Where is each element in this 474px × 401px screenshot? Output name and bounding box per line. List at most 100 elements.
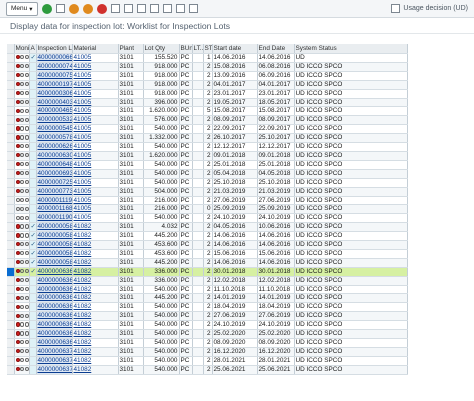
table-row[interactable]: 40000007256410053101540.000PC225.10.2018… [7,178,408,188]
find-next-icon[interactable] [136,4,146,13]
material-link[interactable]: 41005 [72,115,119,126]
material-link[interactable]: 41082 [72,267,119,277]
inspection-lot-link[interactable]: 40000007256 [36,178,73,188]
row-selector[interactable] [7,169,15,179]
material-link[interactable]: 41082 [72,347,119,357]
print-icon[interactable] [110,4,120,13]
col-header-plant[interactable]: Plant [118,44,144,54]
material-link[interactable]: 41005 [72,151,119,161]
inspection-lot-link[interactable]: 40000006263 [36,142,73,152]
material-link[interactable]: 41082 [72,356,119,366]
inspection-lot-link[interactable]: 40000007735 [36,187,73,197]
prev-page-icon[interactable] [162,4,172,13]
row-selector[interactable] [7,204,15,215]
inspection-lot-link[interactable]: 40000011900 [36,213,73,224]
table-row[interactable]: ✓40000000668410053101155.520PC114.06.201… [7,53,408,63]
material-link[interactable]: 41005 [72,169,119,179]
row-selector[interactable] [7,133,15,144]
table-row[interactable]: 40000006369410823101540.000PC208.09.2020… [7,338,408,348]
table-row[interactable]: 40000006263410053101540.000PC212.12.2017… [7,142,408,152]
table-row[interactable]: 40000006366410823101540.000PC227.06.2019… [7,311,408,322]
material-link[interactable]: 41082 [72,293,119,304]
inspection-lot-link[interactable]: 40000001978 [36,80,73,90]
table-row[interactable]: 40000006938410053101540.000PC 205.04.2018… [7,169,408,179]
inspection-lot-link[interactable]: 40000000581 [36,231,73,242]
inspection-lot-link[interactable]: 40000005783 [36,133,73,144]
table-row[interactable]: 40000006370410823101540.000PC216.12.2020… [7,347,408,357]
table-row[interactable]: 40000006363410823101540.000PC211.10.2018… [7,285,408,295]
table-row[interactable]: 40000001978410053101918.000PC204.01.2017… [7,80,408,90]
row-selector[interactable] [7,222,15,233]
material-link[interactable]: 41082 [72,231,119,242]
material-link[interactable]: 41005 [72,106,119,117]
col-header-material[interactable]: Material [72,44,119,54]
row-selector[interactable] [7,89,15,99]
row-selector[interactable] [7,347,15,357]
inspection-lot-link[interactable]: 40000000580 [36,222,73,233]
material-link[interactable]: 41082 [72,365,119,375]
inspection-lot-link[interactable]: 40000005455 [36,124,73,135]
find-icon[interactable] [123,4,133,13]
usage-decision-button[interactable]: Usage decision (UD) [391,4,468,13]
table-row[interactable]: 40000006481410053101540.000PC225.01.2018… [7,160,408,170]
table-row[interactable]: 40000000749410053101918.000PC 215.08.2016… [7,62,408,72]
row-selector[interactable] [7,196,15,206]
table-row[interactable]: 40000003068410053101918.000PC223.01.2017… [7,89,408,99]
table-row[interactable]: 40000006368410823101540.000PC225.02.2020… [7,329,408,339]
table-row[interactable]: ✓40000000582410823101453.600PC214.06.201… [7,240,408,250]
inspection-lot-link[interactable]: 40000006369 [36,338,73,348]
inspection-lot-link[interactable]: 40000006938 [36,169,73,179]
col-header-lt[interactable]: LT.. [192,44,204,54]
table-row[interactable]: 400000057834100531011.332.000PC 226.10.20… [7,133,408,144]
material-link[interactable]: 41082 [72,240,119,250]
material-link[interactable]: 41005 [72,160,119,170]
col-header-start-date[interactable]: Start date [212,44,258,54]
back-icon[interactable] [68,3,79,14]
col-header-lot-qty[interactable]: Lot Qty [143,44,180,54]
row-selector[interactable] [7,329,15,339]
row-selector[interactable] [7,115,15,126]
inspection-lot-link[interactable]: 40000006481 [36,160,73,170]
inspection-lot-link[interactable]: 40000000582 [36,240,73,250]
material-link[interactable]: 41005 [72,133,119,144]
row-selector[interactable] [7,80,15,90]
inspection-lot-link[interactable]: 40000003068 [36,89,73,99]
table-row[interactable]: 40000006365410823101540.000PC218.04.2019… [7,302,408,313]
table-row[interactable]: 40000011195 41005 3101 216.000 PC 2 27.06.2019… [7,196,408,206]
inspection-lot-link[interactable]: 40000000668 [36,53,73,63]
material-link[interactable]: 41082 [72,320,119,331]
table-row[interactable]: ✓40000000584410823101445.200PC214.06.201… [7,258,408,268]
material-link[interactable]: 41005 [72,196,119,206]
inspection-lot-link[interactable]: 40000000749 [36,62,73,72]
row-selector[interactable] [7,285,15,295]
row-selector[interactable] [7,240,15,250]
inspection-lot-link[interactable]: 40000006362 [36,276,73,286]
row-selector[interactable] [7,62,15,72]
inspection-lot-link[interactable]: 40000006309 [36,151,73,161]
row-selector[interactable] [7,356,15,366]
last-page-icon[interactable] [188,4,198,13]
first-page-icon[interactable] [149,4,159,13]
material-link[interactable]: 41005 [72,142,119,152]
inspection-lot-link[interactable]: 40000011680 [36,204,73,215]
table-row[interactable]: ✓400000005804108231014.032PC 204.05.20161… [7,222,408,233]
cancel-icon[interactable] [96,3,107,14]
row-selector[interactable] [7,338,15,348]
col-header-end-date[interactable]: End Date [257,44,295,54]
inspection-lot-link[interactable]: 40000006361 [36,267,73,277]
material-link[interactable]: 41005 [72,71,119,81]
inspection-lot-link[interactable]: 40000006367 [36,320,73,331]
row-selector[interactable] [7,187,15,197]
inspection-lot-link[interactable]: 40000006370 [36,347,73,357]
inspection-lot-link[interactable]: 40000011195 [36,196,73,206]
material-link[interactable]: 41005 [72,124,119,135]
inspection-lot-link[interactable]: 40000006371 [36,356,73,366]
inspection-lot-link[interactable]: 40000006368 [36,329,73,339]
inspection-lot-link[interactable]: 40000000757 [36,71,73,81]
material-link[interactable]: 41005 [72,89,119,99]
material-link[interactable]: 41082 [72,249,119,259]
col-header-a[interactable]: A [29,44,37,54]
row-selector[interactable] [7,213,15,224]
table-row[interactable]: 40000000757410053101918.000PC 213.09.2016… [7,71,408,81]
table-row[interactable]: 40000006371410823101540.000PC228.01.2021… [7,356,408,366]
